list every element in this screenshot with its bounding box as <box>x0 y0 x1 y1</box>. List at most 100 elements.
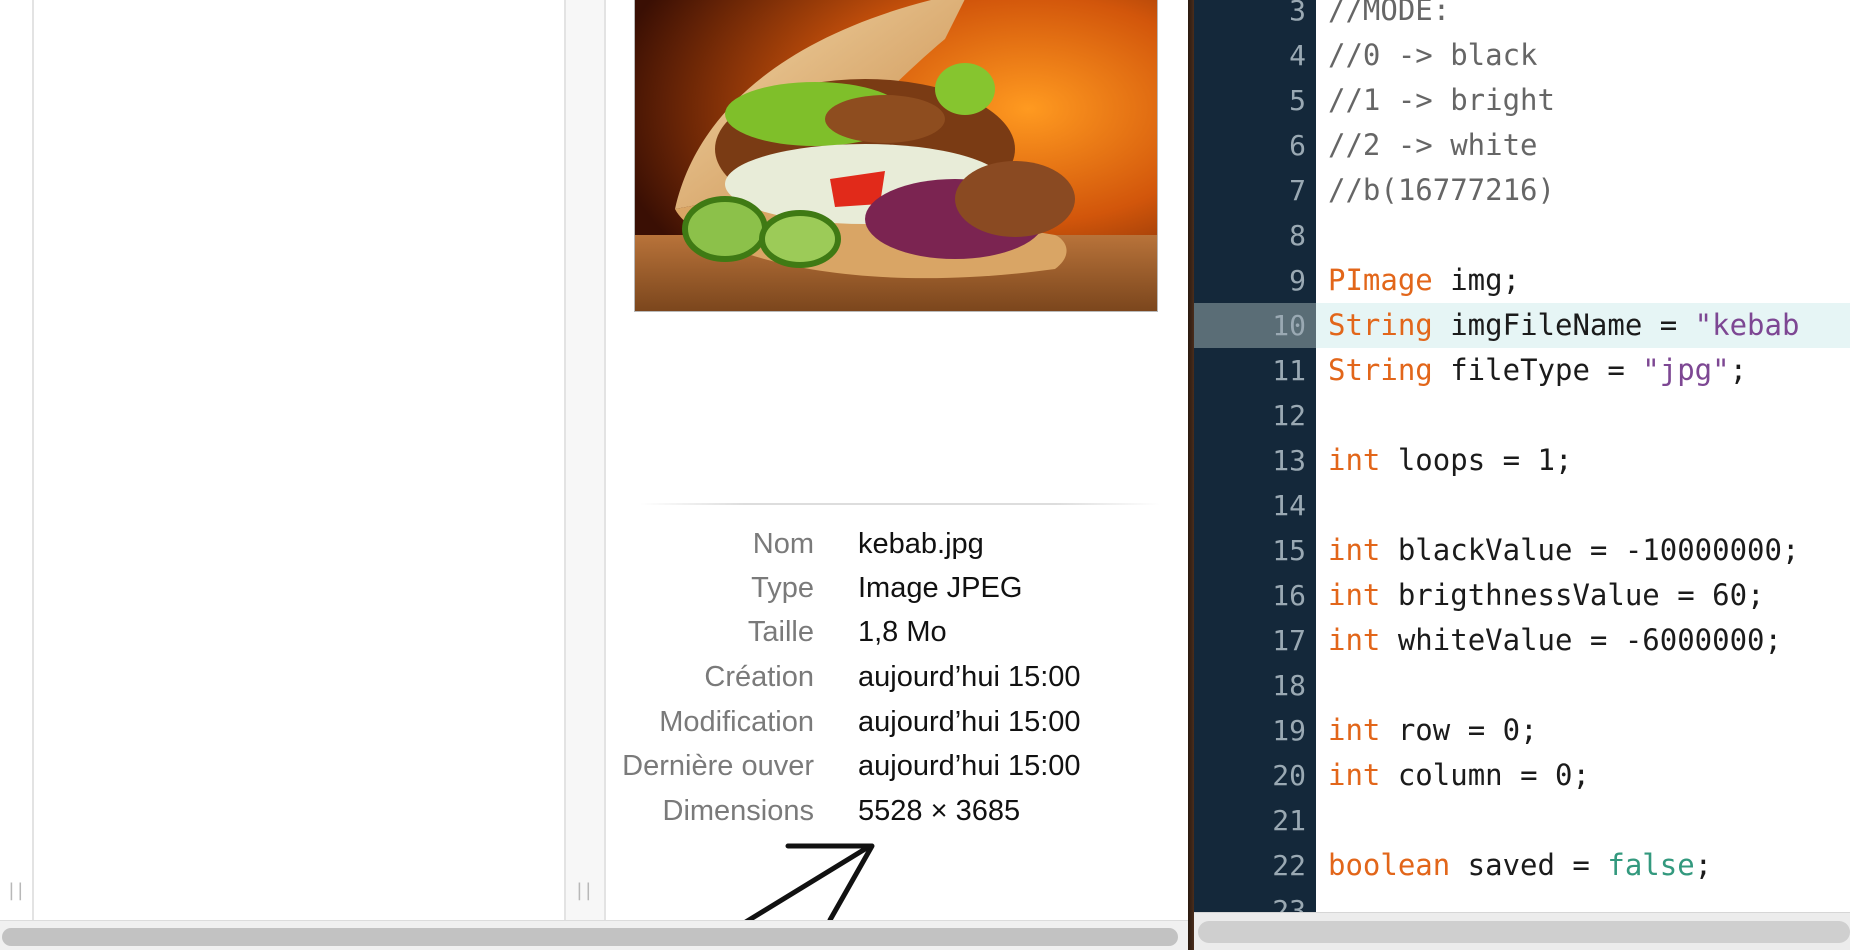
line-number: 7 <box>1289 174 1306 207</box>
code-line[interactable]: 18 <box>1194 663 1850 708</box>
code-text[interactable]: int column = 0; <box>1316 753 1850 798</box>
code-line[interactable]: 14 <box>1194 483 1850 528</box>
code-token: column = 0; <box>1380 758 1590 792</box>
scrollbar-thumb[interactable] <box>2 928 1178 946</box>
code-line[interactable]: 3 //MODE: <box>1194 0 1850 33</box>
code-token: blackValue = -10000000; <box>1380 533 1800 567</box>
code-text[interactable]: int blackValue = -10000000; <box>1316 528 1850 573</box>
code-token: fileType = <box>1432 353 1643 387</box>
line-number: 16 <box>1272 579 1306 612</box>
code-text[interactable] <box>1316 483 1850 528</box>
image-preview <box>634 0 1158 312</box>
code-token: false <box>1607 848 1695 882</box>
code-line[interactable]: 15 int blackValue = -10000000; <box>1194 528 1850 573</box>
code-text[interactable]: String fileType = "jpg"; <box>1316 348 1850 393</box>
code-token: int <box>1328 713 1381 747</box>
code-text[interactable] <box>1316 798 1850 843</box>
info-label: Type <box>751 572 814 604</box>
code-text[interactable]: //b(16777216) <box>1316 168 1850 213</box>
code-line[interactable]: 20 int column = 0; <box>1194 753 1850 798</box>
code-text[interactable]: //MODE: <box>1316 0 1850 33</box>
code-line[interactable]: 4 //0 -> black <box>1194 33 1850 78</box>
line-number: 9 <box>1289 264 1306 297</box>
line-number: 20 <box>1272 759 1306 792</box>
kebab-photo <box>635 0 1157 311</box>
editor-horizontal-scrollbar[interactable] <box>1194 912 1850 950</box>
info-value: aujourd’hui 15:00 <box>858 661 1081 693</box>
code-line[interactable]: 13 int loops = 1; <box>1194 438 1850 483</box>
line-number: 15 <box>1272 534 1306 567</box>
code-text[interactable]: PImage img; <box>1316 258 1850 303</box>
code-text[interactable] <box>1316 663 1850 708</box>
info-row-type: Type Image JPEG <box>620 566 1180 610</box>
scrollbar-thumb[interactable] <box>1198 921 1850 943</box>
code-line[interactable]: 7 //b(16777216) <box>1194 168 1850 213</box>
line-number: 12 <box>1272 399 1306 432</box>
info-row-modified: Modification aujourd’hui 15:00 <box>620 700 1180 744</box>
code-token: //0 -> black <box>1328 38 1538 72</box>
code-token: PImage <box>1328 263 1433 297</box>
code-text[interactable] <box>1316 393 1850 438</box>
column-resize-handle[interactable]: || <box>574 880 594 901</box>
column-edge-line <box>32 0 34 920</box>
info-label: Modification <box>659 706 814 738</box>
code-line[interactable]: 16 int brigthnessValue = 60; <box>1194 573 1850 618</box>
code-token: whiteValue = -6000000; <box>1380 623 1782 657</box>
info-row-created: Création aujourd’hui 15:00 <box>620 655 1180 699</box>
code-line[interactable]: 5 //1 -> bright <box>1194 78 1850 123</box>
code-text[interactable]: //1 -> bright <box>1316 78 1850 123</box>
code-line[interactable]: 12 <box>1194 393 1850 438</box>
code-line[interactable]: 6 //2 -> white <box>1194 123 1850 168</box>
code-text[interactable]: int loops = 1; <box>1316 438 1850 483</box>
code-text[interactable]: //2 -> white <box>1316 123 1850 168</box>
line-number: 3 <box>1289 0 1306 27</box>
line-number: 13 <box>1272 444 1306 477</box>
code-text[interactable]: boolean saved = false; <box>1316 843 1850 888</box>
info-value: kebab.jpg <box>858 528 984 560</box>
info-value: Image JPEG <box>858 572 1023 604</box>
code-text[interactable]: int row = 0; <box>1316 708 1850 753</box>
code-text[interactable]: int whiteValue = -6000000; <box>1316 618 1850 663</box>
code-line[interactable]: 19 int row = 0; <box>1194 708 1850 753</box>
code-text[interactable]: String imgFileName = "kebab <box>1316 303 1850 348</box>
finder-column-1[interactable] <box>0 0 566 920</box>
code-token: img; <box>1432 263 1521 297</box>
code-line[interactable]: 9 PImage img; <box>1194 258 1850 303</box>
code-token: int <box>1328 533 1381 567</box>
line-number: 22 <box>1272 849 1306 882</box>
info-label: Dernière ouver <box>622 750 814 782</box>
info-label: Taille <box>747 616 814 648</box>
line-number: 14 <box>1272 489 1306 522</box>
info-label: Nom <box>752 528 814 560</box>
code-token: ; <box>1729 353 1748 387</box>
line-number: 5 <box>1289 84 1306 117</box>
code-token: //2 -> white <box>1328 128 1538 162</box>
code-line[interactable]: 21 <box>1194 798 1850 843</box>
code-line[interactable]: 11 String fileType = "jpg"; <box>1194 348 1850 393</box>
line-number: 19 <box>1272 714 1306 747</box>
line-number: 6 <box>1289 129 1306 162</box>
code-token: String <box>1328 308 1433 342</box>
code-editor[interactable]: 3 //MODE: 4 //0 -> black 5 //1 -> bright 6 //2 … <box>1194 0 1850 950</box>
finder-window: || || Nom kebab.jpg Type Image JPEG Tail… <box>0 0 1188 950</box>
code-text[interactable]: //0 -> black <box>1316 33 1850 78</box>
code-token: loops = 1; <box>1380 443 1573 477</box>
column-resize-handle[interactable]: || <box>6 880 26 901</box>
line-number: 10 <box>1194 303 1316 348</box>
code-line[interactable]: 22 boolean saved = false; <box>1194 843 1850 888</box>
code-token: boolean <box>1328 848 1451 882</box>
code-line[interactable]: 8 <box>1194 213 1850 258</box>
code-text[interactable] <box>1316 213 1850 258</box>
code-token: int <box>1328 623 1381 657</box>
code-line[interactable]: 10 String imgFileName = "kebab <box>1194 303 1850 348</box>
code-token: brigthnessValue = 60; <box>1380 578 1765 612</box>
code-line[interactable]: 17 int whiteValue = -6000000; <box>1194 618 1850 663</box>
code-text[interactable]: int brigthnessValue = 60; <box>1316 573 1850 618</box>
code-token: imgFileName = <box>1432 308 1695 342</box>
horizontal-scrollbar[interactable] <box>0 920 1188 950</box>
code-token: //b(16777216) <box>1328 173 1555 207</box>
code-token: String <box>1328 353 1433 387</box>
column-divider <box>564 0 566 920</box>
info-label: Création <box>704 661 814 693</box>
code-token: ; <box>1694 848 1713 882</box>
